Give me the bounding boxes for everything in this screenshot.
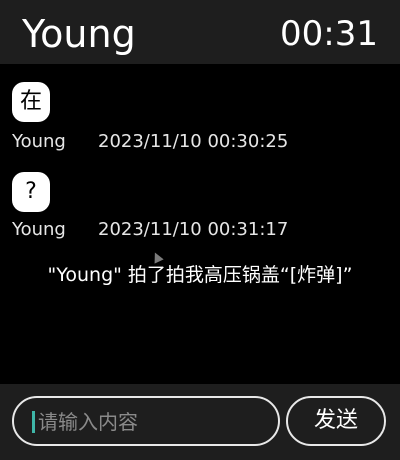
composer-bar: 请输入内容 发送 <box>0 384 400 460</box>
message-bubble: ? <box>12 172 50 212</box>
clock: 00:31 <box>280 14 378 54</box>
header-bar: Young 00:31 <box>0 0 400 64</box>
message-sender: Young <box>12 219 66 240</box>
message-meta: Young 2023/11/10 00:31:17 <box>12 218 288 242</box>
message-timestamp: 2023/11/10 00:30:25 <box>98 131 289 152</box>
contact-name: Young <box>22 12 136 56</box>
text-caret <box>32 411 35 433</box>
send-button[interactable]: 发送 <box>286 396 386 446</box>
message-bubble: 在 <box>12 82 51 122</box>
message-sender: Young <box>12 131 66 152</box>
chat-screen: Young 00:31 在 Young 2023/11/10 00:30:25 ?… <box>0 0 400 460</box>
message-input[interactable]: 请输入内容 <box>12 396 280 446</box>
pat-notification: "Young" 拍了拍我高压锅盖“[炸弹]” <box>47 264 353 286</box>
message-list[interactable]: 在 Young 2023/11/10 00:30:25 ? Young 2023/1… <box>0 64 400 384</box>
message-timestamp: 2023/11/10 00:31:17 <box>98 219 289 240</box>
message-meta: Young 2023/11/10 00:30:25 <box>12 130 288 154</box>
input-placeholder: 请输入内容 <box>38 410 138 434</box>
